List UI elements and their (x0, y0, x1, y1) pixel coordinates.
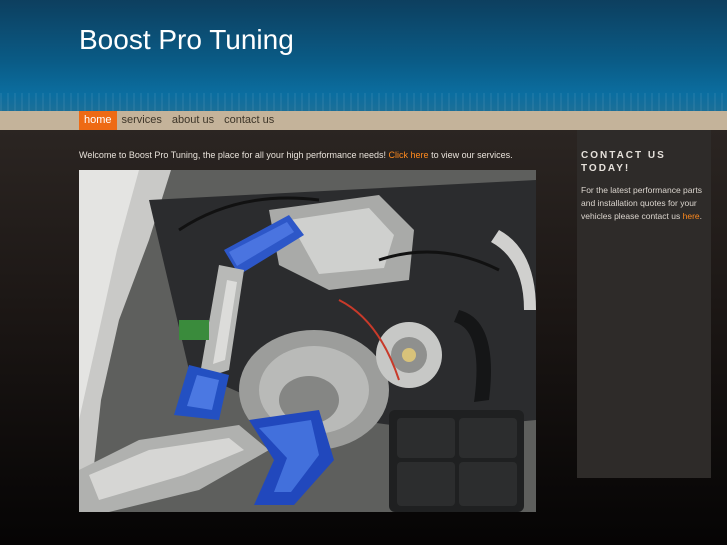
sidebar-heading: CONTACT US TODAY! (581, 150, 666, 174)
nav-item-about-us[interactable]: about us (167, 111, 219, 130)
welcome-text: Welcome to Boost Pro Tuning, the place f… (79, 150, 513, 160)
main-nav: home services about us contact us (79, 111, 279, 130)
engine-photo-illustration (79, 170, 536, 512)
welcome-suffix: to view our services. (431, 150, 513, 160)
nav-item-home[interactable]: home (79, 111, 117, 130)
welcome-message: Welcome to Boost Pro Tuning, the place f… (79, 150, 387, 160)
nav-bar: home services about us contact us (0, 111, 727, 130)
services-link[interactable]: Click here (389, 150, 429, 160)
nav-item-contact-us[interactable]: contact us (219, 111, 279, 130)
sidebar-text: For the latest performance parts and ins… (581, 184, 709, 223)
contact-sidebar: CONTACT US TODAY! For the latest perform… (577, 130, 711, 478)
engine-bay-photo (79, 170, 536, 512)
nav-item-services[interactable]: services (117, 111, 167, 130)
site-title[interactable]: Boost Pro Tuning (79, 24, 294, 56)
site-header: Boost Pro Tuning (0, 0, 727, 111)
contact-here-link[interactable]: here (683, 211, 700, 221)
sidebar-end: . (699, 211, 702, 221)
